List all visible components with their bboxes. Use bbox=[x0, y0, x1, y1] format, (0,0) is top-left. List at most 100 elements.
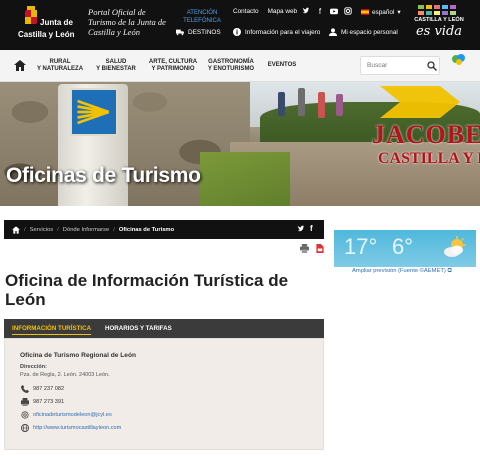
office-info-panel: Oficina de Turismo Regional de León Dire… bbox=[4, 338, 324, 450]
breadcrumb-item-current: Oficinas de Turismo bbox=[118, 226, 175, 233]
castilla-leon-brand-logo[interactable]: CASTILLA Y LEÓN es vida bbox=[410, 5, 468, 45]
hero-title: Oficinas de Turismo bbox=[6, 164, 201, 187]
top-header-bar: Junta de Castilla y León Portal Oficial … bbox=[0, 0, 480, 50]
at-sign-icon bbox=[21, 411, 29, 419]
breadcrumb-item-donde[interactable]: Dónde Informarse bbox=[63, 227, 109, 233]
menu-item-line2: Y ENOTURISMO bbox=[207, 66, 255, 72]
yellow-arrow-icon bbox=[380, 86, 460, 118]
breadcrumb-separator: / bbox=[57, 226, 59, 233]
pilgrim-figure bbox=[318, 92, 325, 118]
menu-item-salud[interactable]: SALUD Y BIENESTAR bbox=[92, 59, 140, 73]
coat-of-arms-icon bbox=[25, 6, 37, 24]
language-selector[interactable]: español ▾ bbox=[361, 8, 401, 16]
facebook-icon[interactable]: f bbox=[316, 7, 324, 16]
menu-item-line1: EVENTOS bbox=[267, 62, 297, 68]
office-name: Oficina de Turismo Regional de León bbox=[20, 352, 137, 359]
espacio-label: Mi espacio personal bbox=[341, 28, 398, 36]
main-menu: RURAL Y NATURALEZA SALUD Y BIENESTAR ART… bbox=[0, 50, 480, 82]
espacio-personal-link[interactable]: Mi espacio personal bbox=[329, 28, 398, 36]
ampliar-prevision-link[interactable]: Ampliar previsión (Fuente ©AEMET) ⧉ bbox=[352, 268, 452, 275]
address-value: Pza. de Regla, 2. León. 24003 León. bbox=[20, 372, 110, 378]
language-label: español bbox=[372, 8, 395, 16]
jacobeo-banner-text: JACOBE bbox=[372, 120, 480, 149]
chevron-down-icon: ▾ bbox=[397, 9, 401, 16]
pilgrim-figure bbox=[298, 88, 305, 116]
breadcrumb-separator: / bbox=[24, 226, 26, 233]
phone-value[interactable]: 987 237 082 bbox=[33, 386, 64, 392]
menu-item-arte[interactable]: ARTE, CULTURA Y PATRIMONIO bbox=[146, 59, 200, 73]
share-links: f bbox=[297, 225, 313, 233]
email-row: oficinadeturismodeleon@jcyl.es bbox=[21, 411, 112, 419]
twitter-share-icon[interactable] bbox=[297, 225, 305, 233]
info-icon bbox=[233, 28, 241, 36]
hero-banner: JACOBE CASTILLA Y LEÓ Oficinas de Turism… bbox=[0, 82, 480, 206]
youtube-icon[interactable] bbox=[330, 7, 338, 16]
search-icon[interactable] bbox=[427, 61, 437, 71]
menu-item-gastronomia[interactable]: GASTRONOMÍA Y ENOTURISMO bbox=[206, 59, 256, 73]
phone-row: 987 237 082 bbox=[21, 385, 64, 393]
info-tabs: INFORMACIÓN TURÍSTICA HORARIOS Y TARIFAS bbox=[4, 319, 324, 338]
brand-line2: es vida bbox=[415, 24, 463, 39]
portal-tagline: Portal Oficial de Turismo de la Junta de… bbox=[88, 7, 166, 38]
pilgrim-figure bbox=[336, 94, 343, 116]
fax-row: 987 273 391 bbox=[21, 398, 64, 406]
brand-line1: CASTILLA Y LEÓN bbox=[414, 17, 464, 23]
spain-flag-icon bbox=[361, 9, 369, 15]
fax-icon bbox=[21, 398, 29, 406]
fax-value: 987 273 391 bbox=[33, 399, 65, 405]
truck-icon bbox=[176, 29, 184, 36]
page-tools bbox=[300, 244, 324, 253]
mapa-web-link[interactable]: Mapa web bbox=[268, 8, 298, 15]
breadcrumb-item-servicios[interactable]: Servicios bbox=[30, 227, 54, 233]
menu-item-line1: SALUD bbox=[105, 59, 127, 65]
globe-icon bbox=[21, 424, 29, 432]
menu-item-line2: Y PATRIMONIO bbox=[151, 66, 195, 72]
phone-icon bbox=[21, 385, 29, 393]
menu-item-rural[interactable]: RURAL Y NATURALEZA bbox=[36, 59, 84, 73]
pilgrim-figure bbox=[278, 92, 285, 116]
viajero-label: Información para el viajero bbox=[245, 28, 321, 36]
top-links: Contacto Mapa web bbox=[233, 8, 297, 15]
print-icon[interactable] bbox=[300, 244, 309, 253]
web-row: http://www.turismocastillayleon.com bbox=[21, 424, 121, 432]
email-link[interactable]: oficinadeturismodeleon@jcyl.es bbox=[33, 412, 112, 418]
viajero-link[interactable]: Información para el viajero bbox=[233, 28, 320, 36]
scallop-shell-icon bbox=[70, 88, 118, 136]
twitter-icon[interactable] bbox=[302, 7, 310, 16]
junta-logo[interactable]: Junta de Castilla y León bbox=[14, 5, 76, 45]
breadcrumb-home-icon[interactable] bbox=[12, 225, 20, 234]
castilla-banner-text: CASTILLA Y LEÓ bbox=[378, 150, 480, 167]
partner-logo-icon[interactable] bbox=[450, 53, 468, 67]
page-title: Oficina de Información Turística de León bbox=[5, 271, 289, 309]
tab-informacion-turistica[interactable]: INFORMACIÓN TURÍSTICA bbox=[4, 319, 99, 338]
tab-horarios-tarifas[interactable]: HORARIOS Y TARIFAS bbox=[97, 319, 180, 338]
address-label: Dirección: bbox=[20, 364, 47, 370]
menu-item-line2: Y BIENESTAR bbox=[96, 66, 136, 72]
logo-text-line1: Junta de bbox=[40, 18, 73, 27]
menu-item-line1: RURAL bbox=[49, 59, 71, 65]
hero-grass bbox=[200, 152, 290, 206]
ampliar-label: Ampliar previsión (Fuente ©AEMET) bbox=[352, 268, 446, 274]
brand-color-grid bbox=[418, 5, 468, 15]
website-link[interactable]: http://www.turismocastillayleon.com bbox=[33, 425, 121, 431]
temp-high: 17° bbox=[344, 234, 378, 259]
menu-item-eventos[interactable]: EVENTOS bbox=[264, 62, 300, 69]
weather-widget[interactable]: 17° 6° bbox=[334, 230, 476, 267]
menu-item-line1: ARTE, CULTURA bbox=[148, 59, 198, 65]
destinos-label: DESTINOS bbox=[188, 28, 221, 36]
destinos-link[interactable]: DESTINOS bbox=[176, 28, 221, 36]
pdf-icon[interactable] bbox=[316, 244, 324, 253]
menu-item-line1: GASTRONOMÍA bbox=[208, 59, 254, 65]
social-links: f bbox=[302, 7, 352, 16]
breadcrumb: / Servicios / Dónde Informarse / Oficina… bbox=[4, 220, 324, 239]
instagram-icon[interactable] bbox=[344, 7, 352, 16]
facebook-share-icon[interactable]: f bbox=[310, 225, 313, 233]
contacto-link[interactable]: Contacto bbox=[233, 8, 259, 15]
partly-cloudy-icon bbox=[444, 236, 466, 257]
temp-low: 6° bbox=[392, 234, 414, 259]
logo-text-line2: Castilla y León bbox=[18, 30, 75, 39]
user-icon bbox=[329, 28, 337, 36]
home-icon[interactable] bbox=[14, 60, 26, 71]
breadcrumb-separator: / bbox=[113, 226, 115, 233]
atencion-telefonica-link[interactable]: ATENCIÓN TELEFÓNICA bbox=[182, 9, 222, 25]
